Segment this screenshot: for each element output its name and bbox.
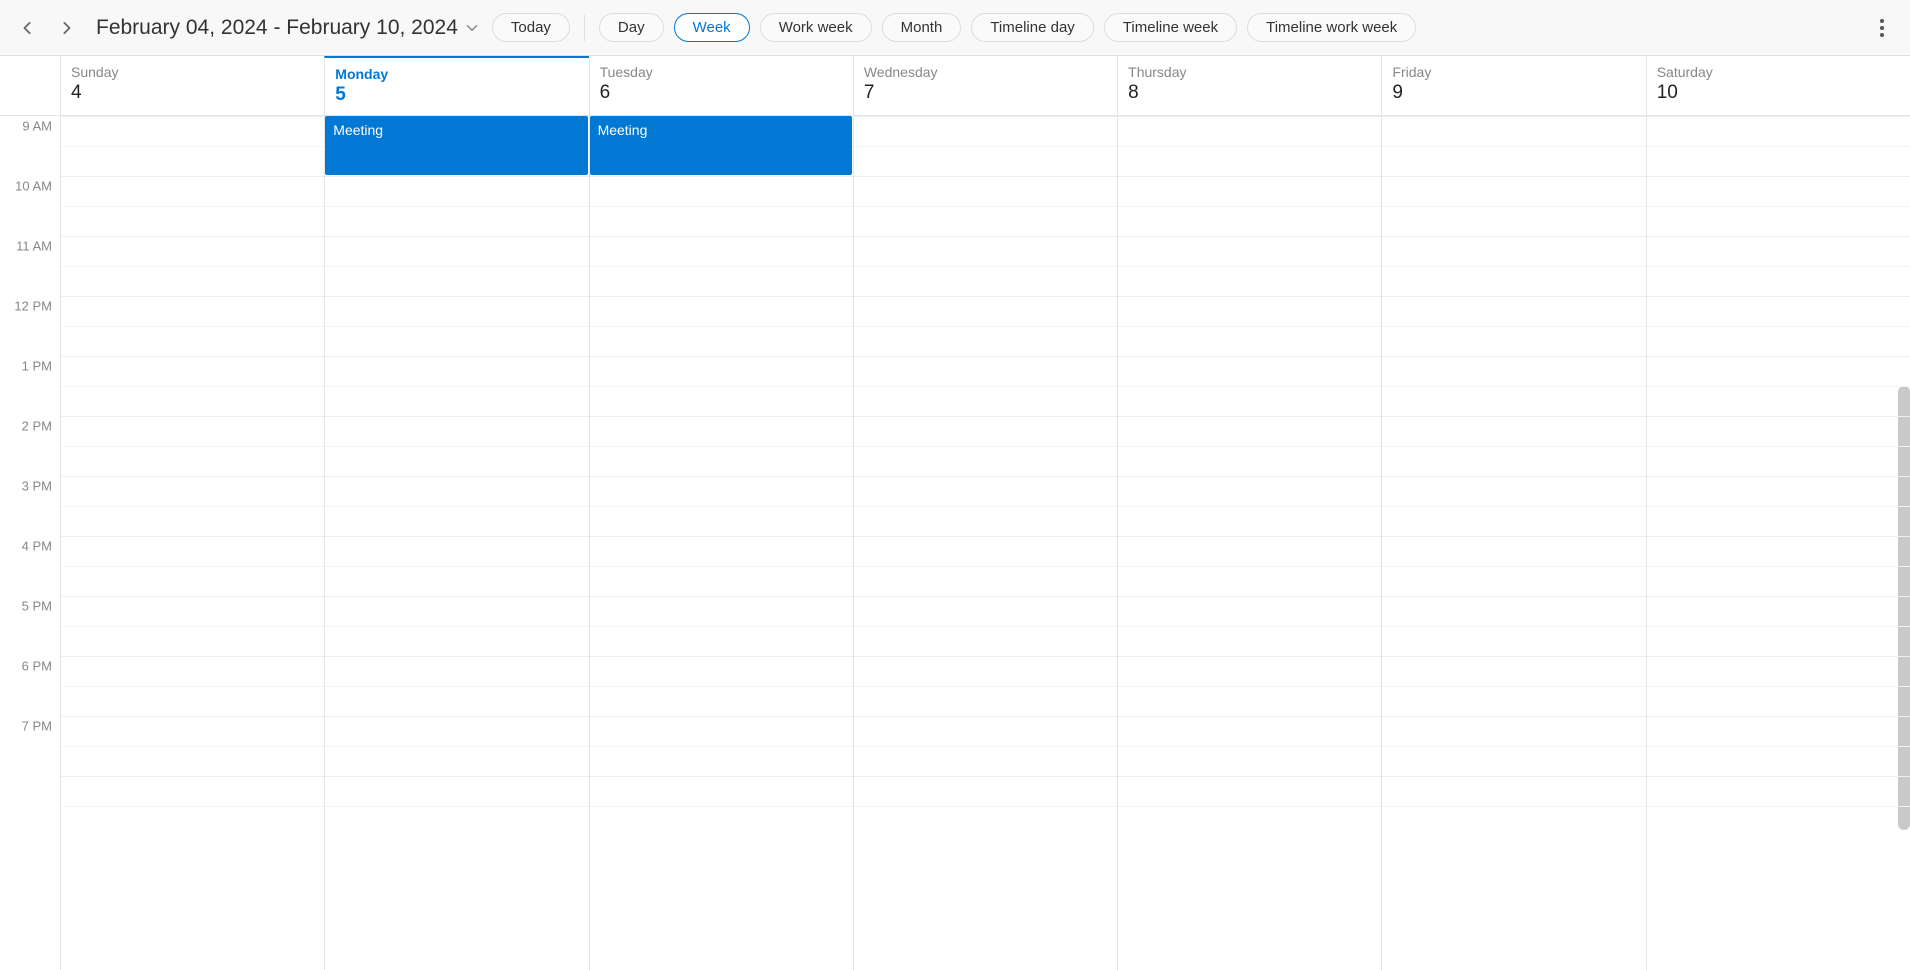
view-week-button[interactable]: Week bbox=[674, 13, 750, 42]
chevron-left-icon bbox=[21, 21, 35, 35]
time-label: 4 PM bbox=[22, 539, 52, 554]
day-name: Sunday bbox=[71, 64, 314, 80]
view-switcher: Day Week Work week Month Timeline day Timelin… bbox=[599, 13, 1416, 42]
next-button[interactable] bbox=[50, 12, 82, 44]
view-month-button[interactable]: Month bbox=[882, 13, 962, 42]
time-label: 11 AM bbox=[16, 239, 52, 254]
day-header-thursday[interactable]: Thursday 8 bbox=[1117, 56, 1381, 116]
calendar-week-view: Sunday 4 Monday 5 Tuesday 6 Wednesday 7 Thursday… bbox=[0, 56, 1910, 970]
day-name: Thursday bbox=[1128, 64, 1371, 80]
time-label: 9 AM bbox=[22, 119, 52, 134]
header-corner bbox=[0, 56, 60, 116]
day-number: 9 bbox=[1392, 82, 1635, 104]
today-button[interactable]: Today bbox=[492, 13, 570, 42]
calendar-event[interactable]: Meeting bbox=[325, 116, 587, 175]
view-timeline-work-week-button[interactable]: Timeline work week bbox=[1247, 13, 1416, 42]
more-vertical-icon bbox=[1880, 19, 1884, 37]
time-label: 7 PM bbox=[22, 719, 52, 734]
time-label: 12 PM bbox=[14, 299, 52, 314]
day-column-monday[interactable]: Meeting bbox=[324, 116, 588, 970]
view-day-button[interactable]: Day bbox=[599, 13, 664, 42]
date-range-picker[interactable]: February 04, 2024 - February 10, 2024 bbox=[88, 16, 486, 40]
calendar-grid[interactable]: MeetingMeeting bbox=[60, 116, 1910, 970]
day-name: Wednesday bbox=[864, 64, 1107, 80]
chevron-down-icon bbox=[466, 16, 478, 40]
more-button[interactable] bbox=[1866, 12, 1898, 44]
time-label: 10 AM bbox=[15, 179, 52, 194]
day-header-saturday[interactable]: Saturday 10 bbox=[1646, 56, 1910, 116]
chevron-right-icon bbox=[59, 21, 73, 35]
day-number: 4 bbox=[71, 82, 314, 104]
day-number: 8 bbox=[1128, 82, 1371, 104]
day-header-sunday[interactable]: Sunday 4 bbox=[60, 56, 324, 116]
day-header-monday[interactable]: Monday 5 bbox=[324, 56, 588, 116]
day-header-friday[interactable]: Friday 9 bbox=[1381, 56, 1645, 116]
toolbar: February 04, 2024 - February 10, 2024 To… bbox=[0, 0, 1910, 56]
calendar-event[interactable]: Meeting bbox=[590, 116, 852, 175]
day-name: Friday bbox=[1392, 64, 1635, 80]
time-label: 5 PM bbox=[22, 599, 52, 614]
day-number: 6 bbox=[600, 82, 843, 104]
day-column-friday[interactable] bbox=[1381, 116, 1645, 970]
day-column-sunday[interactable] bbox=[60, 116, 324, 970]
day-header-wednesday[interactable]: Wednesday 7 bbox=[853, 56, 1117, 116]
time-column: 9 AM 10 AM 11 AM 12 PM 1 PM 2 PM 3 PM 4 PM 5 PM 6… bbox=[0, 116, 60, 970]
day-number: 10 bbox=[1657, 82, 1900, 104]
day-column-tuesday[interactable]: Meeting bbox=[589, 116, 853, 970]
time-label: 3 PM bbox=[22, 479, 52, 494]
date-range-label: February 04, 2024 - February 10, 2024 bbox=[96, 16, 458, 40]
toolbar-divider bbox=[584, 15, 585, 41]
time-label: 6 PM bbox=[22, 659, 52, 674]
prev-button[interactable] bbox=[12, 12, 44, 44]
day-header-tuesday[interactable]: Tuesday 6 bbox=[589, 56, 853, 116]
time-label: 2 PM bbox=[22, 419, 52, 434]
day-name: Monday bbox=[335, 66, 578, 82]
day-name: Tuesday bbox=[600, 64, 843, 80]
day-column-wednesday[interactable] bbox=[853, 116, 1117, 970]
day-name: Saturday bbox=[1657, 64, 1900, 80]
view-timeline-week-button[interactable]: Timeline week bbox=[1104, 13, 1237, 42]
view-timeline-day-button[interactable]: Timeline day bbox=[971, 13, 1093, 42]
day-number: 7 bbox=[864, 82, 1107, 104]
view-work-week-button[interactable]: Work week bbox=[760, 13, 872, 42]
day-column-thursday[interactable] bbox=[1117, 116, 1381, 970]
day-number: 5 bbox=[335, 84, 578, 106]
time-label: 1 PM bbox=[22, 359, 52, 374]
day-column-saturday[interactable] bbox=[1646, 116, 1910, 970]
